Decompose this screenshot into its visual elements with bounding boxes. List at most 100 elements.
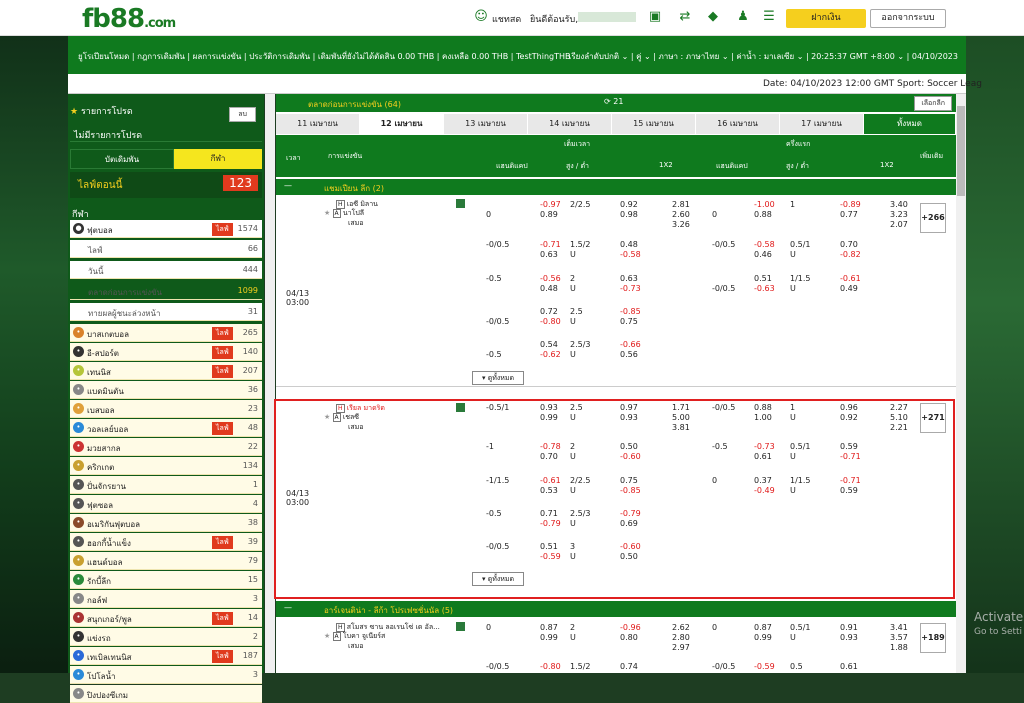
- full-hdp-odds[interactable]: 0.89: [540, 210, 558, 219]
- half-hdp-odds[interactable]: 0.99: [754, 633, 772, 642]
- more-markets-button[interactable]: +266: [920, 203, 946, 233]
- live-now-row[interactable]: ไลฟ์ตอนนี้ 123: [70, 172, 262, 198]
- half-ou-line[interactable]: 0.5/1: [790, 623, 811, 632]
- select-league-button[interactable]: เลือกลีก: [914, 96, 952, 111]
- promo-icon[interactable]: ◆: [706, 10, 720, 24]
- half-ou-odds[interactable]: -0.61: [840, 274, 861, 283]
- half-hdp-odds[interactable]: 0.87: [754, 623, 772, 632]
- sidebar-item-sport[interactable]: • กอล์ฟ 3: [70, 590, 262, 608]
- half-hdp-line[interactable]: -0/0.5: [712, 662, 735, 671]
- full-ou-odds[interactable]: 0.75: [620, 317, 638, 326]
- full-hdp-line[interactable]: 0: [486, 210, 491, 219]
- full-ou-line[interactable]: 2: [570, 274, 575, 283]
- sidebar-item-sport[interactable]: • ฟุตซอล 4: [70, 495, 262, 513]
- full-ou-odds[interactable]: 0.98: [620, 210, 638, 219]
- sidebar-item-sport[interactable]: • โปโลน้ำ 3: [70, 666, 262, 684]
- full-hdp-odds[interactable]: 0.99: [540, 633, 558, 642]
- half-1x2-odds[interactable]: 3.57: [890, 633, 908, 642]
- half-ou-line[interactable]: 1/1.5: [790, 274, 811, 283]
- league-row[interactable]: — อาร์เจนติน่า - ลีก้า โปรเฟซชั่นนัล (5): [276, 601, 956, 617]
- tab-bet-slip[interactable]: บัตเดิมพัน: [70, 149, 174, 169]
- full-ou-line[interactable]: U: [570, 350, 576, 359]
- sidebar-sub-item[interactable]: ทายผลผู้ชนะล่วงหน้า 31: [70, 303, 262, 321]
- full-hdp-odds[interactable]: -0.71: [540, 240, 561, 249]
- full-ou-odds[interactable]: 0.74: [620, 662, 638, 671]
- sidebar-item-soccer[interactable]: ● ฟุตบอล ไลฟ์ 1574: [70, 220, 262, 238]
- half-hdp-odds[interactable]: -1.00: [754, 200, 775, 209]
- half-ou-line[interactable]: U: [790, 633, 796, 642]
- full-ou-odds[interactable]: 0.92: [620, 200, 638, 209]
- sidebar-item-sport[interactable]: • เทเบิลเทนนิส ไลฟ์ 187: [70, 647, 262, 665]
- sidebar-sub-item[interactable]: ตลาดก่อนการแข่งขัน 1099: [70, 282, 262, 300]
- favorites-edit-button[interactable]: ลบ: [229, 107, 256, 122]
- full-hdp-line[interactable]: 0: [486, 623, 491, 632]
- half-1x2-odds[interactable]: 3.23: [890, 210, 908, 219]
- sidebar-item-sport[interactable]: • วอลเลย์บอล ไลฟ์ 48: [70, 419, 262, 437]
- half-hdp-odds[interactable]: -0.59: [754, 662, 775, 671]
- scroll-thumb[interactable]: [957, 106, 965, 196]
- full-1x2-odds[interactable]: 2.80: [672, 633, 690, 642]
- half-hdp-line[interactable]: -0/0.5: [712, 240, 735, 249]
- sidebar-item-sport[interactable]: • ฮอกกี้น้ำแข็ง ไลฟ์ 39: [70, 533, 262, 551]
- full-hdp-odds[interactable]: -0.56: [540, 274, 561, 283]
- full-ou-odds[interactable]: 0.48: [620, 240, 638, 249]
- sidebar-item-sport[interactable]: • แบดมินตัน 36: [70, 381, 262, 399]
- full-hdp-line[interactable]: -0/0.5: [486, 240, 509, 249]
- stats-icon[interactable]: [456, 199, 465, 208]
- full-ou-line[interactable]: U: [570, 633, 576, 642]
- half-hdp-odds[interactable]: 0.51: [754, 274, 772, 283]
- user-icon[interactable]: ♟: [736, 10, 750, 24]
- full-1x2-odds[interactable]: 2.60: [672, 210, 690, 219]
- tab-date[interactable]: 12 เมษายน: [360, 114, 444, 134]
- full-1x2-odds[interactable]: 2.81: [672, 200, 690, 209]
- half-ou-line[interactable]: U: [790, 284, 796, 293]
- full-ou-odds[interactable]: -0.73: [620, 284, 641, 293]
- full-hdp-odds[interactable]: 0.87: [540, 623, 558, 632]
- full-ou-line[interactable]: 2/2.5: [570, 200, 591, 209]
- full-ou-odds[interactable]: 0.63: [620, 274, 638, 283]
- full-hdp-odds[interactable]: 0.72: [540, 307, 558, 316]
- half-1x2-odds[interactable]: 1.88: [890, 643, 908, 652]
- nav-links[interactable]: ยูโรเปียนโหมด | กฎการเดิมพัน | ผลการแข่ง…: [78, 50, 571, 63]
- half-hdp-odds[interactable]: 0.88: [754, 210, 772, 219]
- main-scrollbar[interactable]: [956, 94, 966, 673]
- full-ou-line[interactable]: U: [570, 284, 576, 293]
- full-ou-odds[interactable]: -0.85: [620, 307, 641, 316]
- half-hdp-line[interactable]: 0: [712, 210, 717, 219]
- chat-icon[interactable]: ☺: [474, 10, 488, 24]
- sidebar-item-sport[interactable]: • มวยสากล 22: [70, 438, 262, 456]
- full-ou-line[interactable]: 2.5/3: [570, 340, 591, 349]
- full-ou-line[interactable]: U: [570, 250, 576, 259]
- full-ou-odds[interactable]: -0.96: [620, 623, 641, 632]
- full-ou-line[interactable]: 2.5: [570, 307, 583, 316]
- sidebar-item-sport[interactable]: • เบสบอล 23: [70, 400, 262, 418]
- full-hdp-odds[interactable]: 0.48: [540, 284, 558, 293]
- full-ou-line[interactable]: U: [570, 317, 576, 326]
- half-ou-line[interactable]: 0.5/1: [790, 240, 811, 249]
- full-1x2-odds[interactable]: 2.62: [672, 623, 690, 632]
- sidebar-item-sport[interactable]: • สนุกเกอร์/พูล ไลฟ์ 14: [70, 609, 262, 627]
- half-ou-odds[interactable]: 0.70: [840, 240, 858, 249]
- half-hdp-odds[interactable]: -0.63: [754, 284, 775, 293]
- full-ou-odds[interactable]: -0.66: [620, 340, 641, 349]
- half-ou-odds[interactable]: 0.93: [840, 633, 858, 642]
- half-hdp-odds[interactable]: -0.58: [754, 240, 775, 249]
- tab-date[interactable]: 16 เมษายน: [696, 114, 780, 134]
- nav-settings[interactable]: เรียงลำดับปกติ ⌄ | คู่ ⌄ | ภาษา : ภาษาไท…: [569, 50, 958, 63]
- half-ou-odds[interactable]: 0.77: [840, 210, 858, 219]
- sidebar-item-sport[interactable]: • คริกเกต 134: [70, 457, 262, 475]
- full-ou-line[interactable]: 2: [570, 623, 575, 632]
- tab-sports[interactable]: กีฬา: [174, 149, 262, 169]
- full-hdp-odds[interactable]: -0.80: [540, 317, 561, 326]
- tab-date[interactable]: ทั้งหมด: [864, 114, 956, 134]
- sidebar-sub-item[interactable]: ไลฟ์ 66: [70, 240, 262, 258]
- sidebar-item-sport[interactable]: • แฮนด์บอล 79: [70, 552, 262, 570]
- transfer-icon[interactable]: ⇄: [678, 10, 692, 24]
- sidebar-item-sport[interactable]: • อี-สปอร์ต ไลฟ์ 140: [70, 343, 262, 361]
- tab-date[interactable]: 13 เมษายน: [444, 114, 528, 134]
- live-chat-link[interactable]: แชทสด: [492, 12, 521, 26]
- full-ou-odds[interactable]: -0.58: [620, 250, 641, 259]
- full-hdp-odds[interactable]: -0.80: [540, 662, 561, 671]
- half-ou-odds[interactable]: 0.61: [840, 662, 858, 671]
- stats-icon[interactable]: [456, 622, 465, 631]
